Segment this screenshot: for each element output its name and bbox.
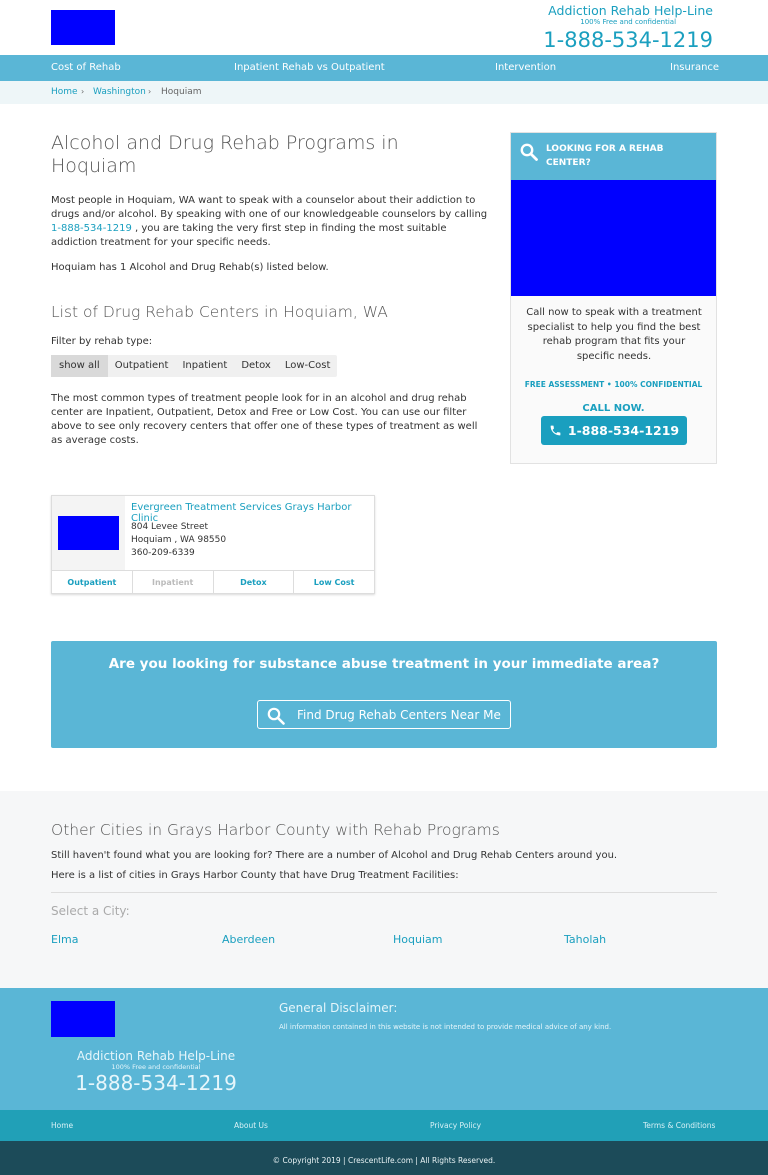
filter-buttons: show all Outpatient Inpatient Detox Low-… (51, 355, 338, 377)
intro-phone-link[interactable]: 1-888-534-1219 (51, 223, 132, 234)
copyright: © Copyright 2019 | CrescentLife.com | Al… (0, 1141, 768, 1175)
footer-link-privacy[interactable]: Privacy Policy (430, 1121, 481, 1130)
page-title: Alcohol and Drug Rehab Programs in Hoqui… (51, 132, 399, 177)
footer-helpline-phone[interactable]: 1-888-534-1219 (51, 1071, 261, 1096)
footer-link-home[interactable]: Home (51, 1121, 73, 1130)
footer-link-terms[interactable]: Terms & Conditions (643, 1121, 715, 1130)
city-link-hoquiam[interactable]: Hoquiam (393, 933, 442, 946)
nav-intervention[interactable]: Intervention (495, 62, 556, 73)
filter-inpatient[interactable]: Inpatient (175, 355, 234, 377)
select-city-label: Select a City: (51, 904, 130, 918)
footer-logo[interactable] (51, 1001, 115, 1037)
chevron-right-icon: › (148, 87, 152, 96)
sidebar-heading-line2: CENTER? (546, 158, 591, 168)
disclaimer-title: General Disclaimer: (279, 1001, 398, 1015)
site-header: Addiction Rehab Help-Line 100% Free and … (0, 0, 768, 55)
site-logo[interactable] (51, 10, 115, 45)
intro-text: Most people in Hoquiam, WA want to speak… (51, 195, 488, 220)
listing-street: 804 Levee Street (131, 522, 209, 532)
disclaimer-text: All information contained in this websit… (279, 1023, 612, 1031)
other-cities-section: Other Cities in Grays Harbor County with… (0, 791, 768, 988)
city-link-taholah[interactable]: Taholah (564, 933, 606, 946)
listing-tags: Outpatient Inpatient Detox Low Cost (52, 570, 374, 594)
sidebar-phone-button[interactable]: 1-888-534-1219 (541, 416, 687, 445)
footer-helpline-subtitle: 100% Free and confidential (111, 1063, 201, 1071)
banner-question: Are you looking for substance abuse trea… (108, 656, 660, 672)
header-helpline: Addiction Rehab Help-Line 100% Free and … (543, 4, 713, 53)
cities-intro-1: Still haven't found what you are looking… (51, 850, 618, 861)
sidebar-callout: LOOKING FOR A REHAB CENTER? Call now to … (510, 132, 717, 464)
filter-note: The most common types of treatment peopl… (51, 393, 478, 446)
breadcrumb: Home › Washington › Hoquiam (0, 81, 768, 104)
breadcrumb-home[interactable]: Home (51, 87, 78, 97)
sidebar-phone-number: 1-888-534-1219 (567, 423, 680, 438)
site-footer: Addiction Rehab Help-Line 100% Free and … (0, 988, 768, 1110)
breadcrumb-current: Hoquiam (161, 87, 202, 97)
tag-detox: Detox (214, 571, 295, 594)
city-link-aberdeen[interactable]: Aberdeen (222, 933, 275, 946)
filter-low-cost[interactable]: Low-Cost (278, 355, 338, 377)
footer-helpline: Addiction Rehab Help-Line 100% Free and … (51, 1049, 261, 1096)
sidebar-heading-line1: LOOKING FOR A REHAB (546, 144, 664, 154)
listing-thumbnail-frame (52, 496, 125, 570)
tag-outpatient: Outpatient (52, 571, 133, 594)
search-icon (520, 143, 538, 161)
sidebar-call-now: CALL NOW. (582, 403, 645, 414)
footer-link-about[interactable]: About Us (234, 1121, 268, 1130)
phone-icon (550, 425, 561, 436)
helpline-subtitle: 100% Free and confidential (580, 18, 677, 26)
helpline-phone[interactable]: 1-888-534-1219 (543, 27, 713, 53)
listing-name[interactable]: Evergreen Treatment Services Grays Harbo… (131, 502, 374, 524)
rehab-listing-card: Evergreen Treatment Services Grays Harbo… (51, 495, 375, 594)
cities-title: Other Cities in Grays Harbor County with… (51, 821, 500, 839)
breadcrumb-washington[interactable]: Washington (93, 87, 146, 97)
footer-helpline-title: Addiction Rehab Help-Line (76, 1049, 236, 1063)
listing-thumbnail[interactable] (58, 516, 119, 550)
tag-inpatient: Inpatient (133, 571, 214, 594)
find-centers-button[interactable]: Find Drug Rehab Centers Near Me (257, 700, 511, 729)
listing-city: Hoquiam , WA 98550 (131, 535, 227, 545)
sidebar-call-text: Call now to speak with a treatment speci… (526, 307, 702, 362)
nav-insurance[interactable]: Insurance (670, 62, 719, 73)
list-title: List of Drug Rehab Centers in Hoquiam, W… (51, 303, 388, 321)
filter-outpatient[interactable]: Outpatient (108, 355, 176, 377)
divider (51, 892, 717, 893)
nav-cost-of-rehab[interactable]: Cost of Rehab (51, 62, 121, 73)
sidebar-header: LOOKING FOR A REHAB CENTER? (511, 133, 716, 180)
filter-detox[interactable]: Detox (234, 355, 278, 377)
search-icon (267, 707, 285, 725)
rehab-count: Hoquiam has 1 Alcohol and Drug Rehab(s) … (51, 262, 329, 273)
find-centers-label: Find Drug Rehab Centers Near Me (297, 708, 501, 722)
filter-label: Filter by rehab type: (51, 336, 153, 347)
city-link-elma[interactable]: Elma (51, 933, 78, 946)
tag-low-cost: Low Cost (313, 578, 355, 587)
helpline-title: Addiction Rehab Help-Line (548, 3, 713, 18)
cities-intro-2: Here is a list of cities in Grays Harbor… (51, 870, 459, 881)
intro-paragraph: Most people in Hoquiam, WA want to speak… (51, 194, 491, 250)
sidebar-free-assessment: FREE ASSESSMENT • 100% CONFIDENTIAL (524, 380, 703, 389)
find-treatment-banner: Are you looking for substance abuse trea… (51, 641, 717, 748)
chevron-right-icon: › (81, 87, 85, 96)
main-nav: Cost of Rehab Inpatient Rehab vs Outpati… (0, 55, 768, 81)
nav-inpatient-vs-outpatient[interactable]: Inpatient Rehab vs Outpatient (234, 62, 385, 73)
footer-nav: Home About Us Privacy Policy Terms & Con… (0, 1110, 768, 1141)
filter-show-all[interactable]: show all (51, 355, 108, 377)
sidebar-heading: LOOKING FOR A REHAB CENTER? (546, 142, 664, 170)
listing-phone: 360-209-6339 (131, 548, 195, 558)
sidebar-image (511, 180, 716, 296)
